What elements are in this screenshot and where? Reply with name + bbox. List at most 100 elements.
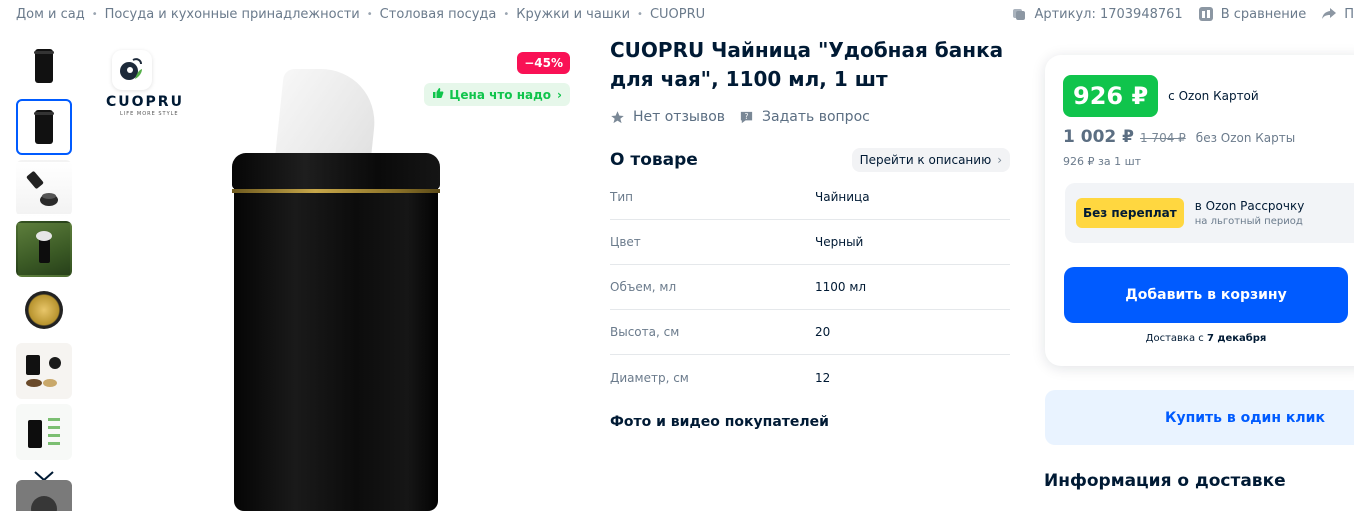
installment-offer[interactable]: Без переплат в Ozon Рассрочку на льготны… [1065,183,1354,243]
gallery-thumbnail-active[interactable] [16,99,72,155]
spec-value: 1100 мл [815,280,867,294]
spec-key: Цвет [610,235,641,249]
spec-key: Объем, мл [610,280,677,294]
spec-row: Цвет Черный [610,220,1010,265]
spec-key: Тип [610,190,633,204]
buy-one-click-button[interactable]: Купить в один клик [1045,390,1354,445]
regular-price: 1 002 ₽ [1063,127,1134,147]
ozon-card-price-caption: с Ozon Картой [1168,89,1259,103]
svg-text:?: ? [745,111,749,120]
breadcrumb-separator: • [91,9,98,20]
installment-text: в Ozon Рассрочку на льготный период [1195,199,1305,227]
article-number: Артикул: 1703948761 [1034,6,1183,22]
installment-line1: в Ozon Рассрочку [1194,199,1305,213]
about-title: О товаре [610,150,698,170]
gallery-thumbnail[interactable] [16,404,72,460]
add-to-cart-button[interactable]: Добавить в корзину [1064,267,1348,323]
price-card: 926 ₽ с Ozon Картой 1 002 ₽ 1 704 ₽ без … [1045,55,1354,366]
main-product-image[interactable]: CUOPRU LIFE MORE STYLE −45% Цена что над… [92,40,582,511]
spec-key: Диаметр, см [610,370,689,385]
breadcrumb-separator: • [637,9,643,20]
product-title: CUOPRU Чайница "Удобная банка для чая", … [610,38,1004,91]
delivery-note-prefix: Доставка с [1145,333,1207,344]
can-body-illustration [234,153,438,511]
breadcrumb-separator: • [366,9,373,20]
good-price-label: Цена что надо [449,87,552,102]
gallery-thumbnails [16,38,72,487]
gallery-thumbnail[interactable] [16,38,72,94]
spec-row: Высота, см 20 [610,310,1010,355]
delivery-note: Доставка с 7 декабря [1064,333,1348,344]
ask-question-label: Задать вопрос [762,109,870,125]
gallery-thumbnail[interactable] [16,343,72,399]
delivery-note-date: 7 декабря [1206,333,1267,344]
good-price-badge[interactable]: Цена что надо › [424,83,570,106]
brand-tagline: LIFE MORE STYLE [120,111,179,117]
can-thumbnail-image [34,49,54,83]
can-thumbnail-image [34,110,54,144]
delivery-info-title: Информация о доставке [1044,471,1286,491]
ozon-card-price[interactable]: 926 ₽ [1063,75,1159,117]
installment-badge: Без переплат [1076,198,1184,228]
card-price-row: 926 ₽ с Ozon Картой [1063,75,1259,117]
star-icon [610,110,625,125]
old-price: 1 704 ₽ [1139,131,1186,145]
go-to-description-label: Перейти к описанию [859,153,992,167]
open-can-thumbnail-image [25,291,63,329]
question-icon: ? [739,110,754,125]
breadcrumb-item[interactable]: Кружки и чашки [516,7,630,22]
discount-badge: −45% [517,52,570,74]
breadcrumb: Дом и сад • Посуда и кухонные принадлежн… [16,7,705,22]
play-icon [31,496,57,511]
go-to-description-button[interactable]: Перейти к описанию › [851,148,1010,172]
chevron-right-icon: › [997,153,1002,167]
regular-price-caption: без Ozon Карты [1195,131,1296,145]
tea-thumbnail-image [26,355,61,387]
reviews-link[interactable]: Нет отзывов [610,109,725,125]
ask-question-link[interactable]: ? Задать вопрос [739,109,870,125]
installment-line2: на льготный период [1194,216,1303,227]
breadcrumb-separator: • [503,9,510,20]
about-header: О товаре Перейти к описанию › [610,148,1010,172]
gallery-thumbnail[interactable] [16,221,72,277]
spec-value: Черный [815,235,864,249]
can-lid-illustration [232,153,440,189]
share-icon [1320,5,1338,23]
customer-photos-link[interactable]: Фото и видео покупателей [610,414,829,430]
brand-name: CUOPRU [106,94,184,110]
specs-table: Тип Чайница Цвет Черный Объем, мл 1100 м… [610,175,1010,400]
compare-label: В сравнение [1220,6,1307,22]
copy-icon [1010,5,1028,23]
spec-value: 12 [815,370,831,385]
breadcrumb-item[interactable]: Столовая посуда [380,7,497,22]
top-actions: Артикул: 1703948761 В сравнение П [996,5,1354,23]
spec-value: Чайница [815,190,870,204]
can-gold-ring [232,189,440,193]
compare-icon [1197,5,1215,23]
share-button[interactable]: П [1320,5,1354,23]
spec-value: 20 [815,325,831,339]
brand-logo-mark [112,50,152,90]
share-label: П [1344,6,1354,22]
chevron-right-icon: › [557,87,562,102]
reviews-label: Нет отзывов [633,109,726,125]
compare-button[interactable]: В сравнение [1197,5,1307,23]
breadcrumb-item[interactable]: Дом и сад [16,7,85,22]
spec-key: Высота, см [610,325,680,339]
breadcrumb-item[interactable]: Посуда и кухонные принадлежности [105,7,360,22]
spec-row: Тип Чайница [610,175,1010,220]
spec-row: Объем, мл 1100 мл [610,265,1010,310]
gallery-thumbnail[interactable] [16,282,72,338]
nature-thumbnail-image [36,231,52,263]
product-can-illustration [232,69,440,511]
thumbs-up-icon [432,87,444,102]
reviews-row: Нет отзывов ? Задать вопрос [610,109,870,125]
video-thumbnail[interactable] [16,480,72,511]
pouring-thumbnail-image [26,171,58,206]
features-thumbnail-image [28,418,60,448]
regular-price-row: 1 002 ₽ 1 704 ₽ без Ozon Карты [1063,127,1295,147]
breadcrumb-item[interactable]: CUOPRU [650,7,705,22]
brand-logo: CUOPRU LIFE MORE STYLE [106,50,186,117]
article-copy[interactable]: Артикул: 1703948761 [1010,5,1183,23]
gallery-thumbnail[interactable] [16,160,72,216]
